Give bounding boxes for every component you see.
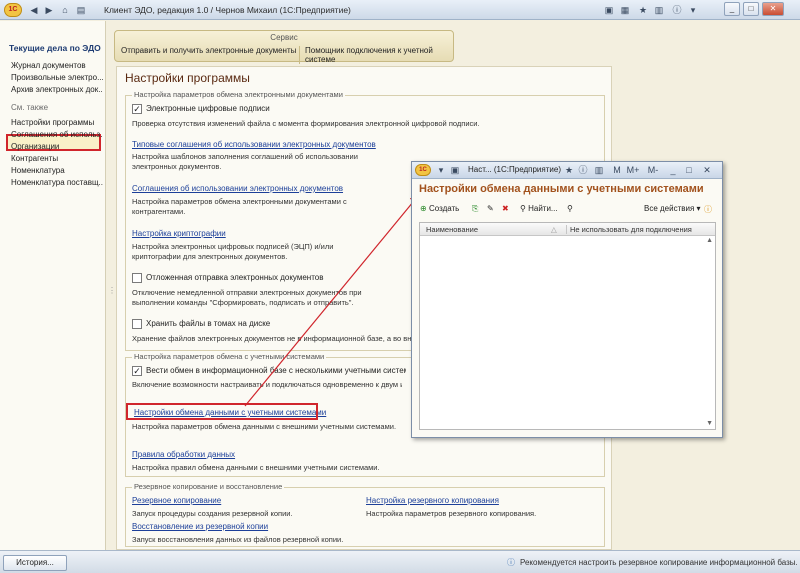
create-button[interactable]: ⊕ Создать: [420, 204, 459, 213]
statusbar: История... ⓘ Рекомендуется настроить рез…: [0, 550, 800, 573]
edit-icon[interactable]: ✎: [487, 204, 494, 213]
sort-icon[interactable]: △: [551, 225, 557, 234]
table-header: Наименование △ Не использовать для подкл…: [420, 223, 715, 236]
col-disable-header[interactable]: Не использовать для подключения: [566, 225, 692, 234]
popup-window-title: Наст... (1С:Предприятие): [468, 165, 561, 174]
popup-calc-icon[interactable]: ▥: [592, 163, 606, 177]
create-label: Создать: [428, 204, 460, 213]
popup-minimize-button[interactable]: _: [666, 163, 680, 177]
scroll-down-icon[interactable]: ▼: [706, 420, 713, 427]
cancel-search-icon[interactable]: ⚲: [567, 204, 573, 213]
popup-save-icon[interactable]: ▣: [448, 163, 462, 177]
history-button[interactable]: История...: [3, 555, 67, 571]
popup-favorites-icon[interactable]: ★: [562, 163, 576, 177]
popup-close-button[interactable]: ✕: [700, 163, 714, 177]
help-icon[interactable]: ⓘ: [704, 204, 712, 215]
popup-menu-icon[interactable]: ▾: [434, 163, 448, 177]
exchange-table[interactable]: Наименование △ Не использовать для подкл…: [419, 222, 716, 430]
delete-icon[interactable]: ✖: [502, 204, 509, 213]
col-name-header[interactable]: Наименование: [426, 225, 478, 234]
binoculars-icon: ⚲: [520, 204, 526, 213]
popup-maximize-button[interactable]: □: [682, 163, 696, 177]
find-label: Найти...: [528, 204, 558, 213]
all-actions-menu[interactable]: Все действия ▾: [644, 204, 701, 213]
popup-heading: Настройки обмена данными с учетными сист…: [419, 183, 704, 195]
add-icon: ⊕: [420, 204, 427, 213]
backup-tip[interactable]: Рекомендуется настроить резервное копиро…: [520, 558, 798, 567]
popup-m-button[interactable]: M: [610, 163, 624, 177]
scroll-up-icon[interactable]: ▲: [706, 237, 713, 244]
find-button[interactable]: ⚲ Найти...: [520, 204, 558, 213]
popup-mplus-button[interactable]: M+: [624, 163, 642, 177]
popup-mminus-button[interactable]: M-: [644, 163, 662, 177]
tip-info-icon: ⓘ: [507, 558, 515, 567]
popup-titlebar: 1C ▾ ▣ Наст... (1С:Предприятие) ★ ⓘ ▥ M …: [412, 162, 722, 179]
exchange-settings-window: 1C ▾ ▣ Наст... (1С:Предприятие) ★ ⓘ ▥ M …: [411, 161, 723, 438]
copy-icon[interactable]: ⎘: [472, 204, 478, 214]
all-actions-label: Все действия: [644, 204, 695, 213]
dropdown-arrow-icon: ▾: [696, 204, 701, 213]
popup-info-icon[interactable]: ⓘ: [576, 163, 590, 177]
popup-logo-icon[interactable]: 1C: [415, 164, 431, 176]
